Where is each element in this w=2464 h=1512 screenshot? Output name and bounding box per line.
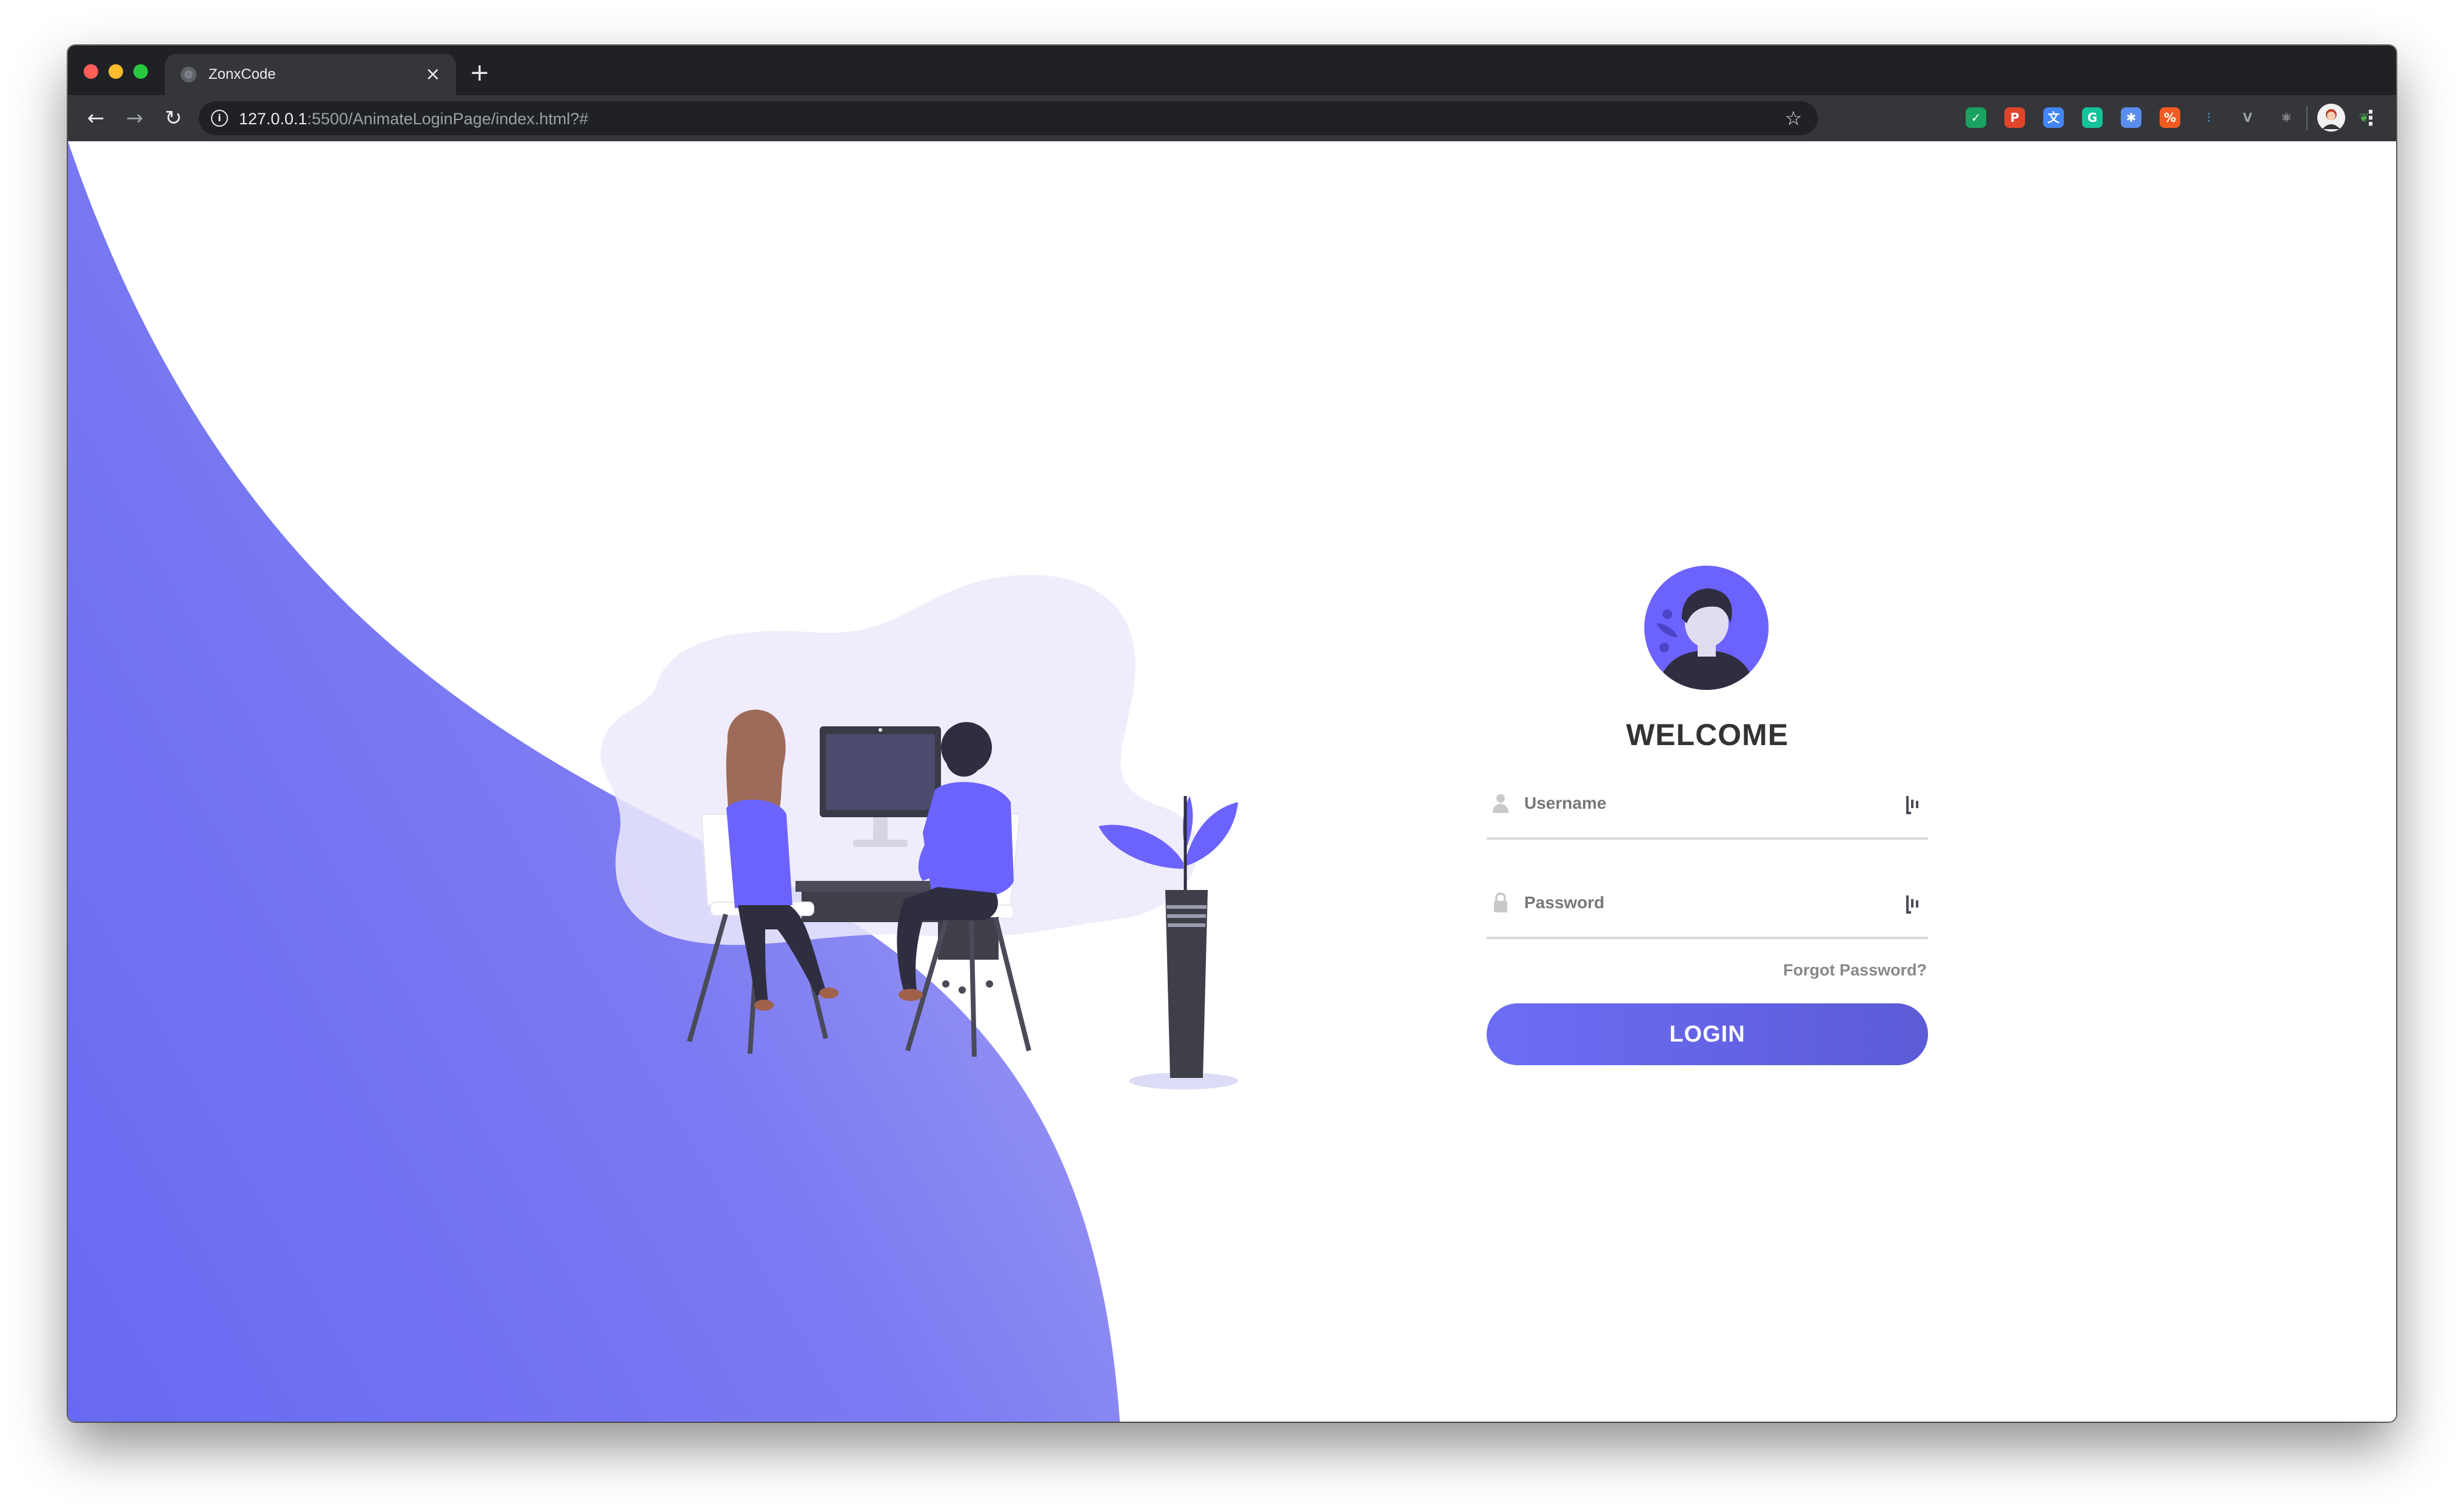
lock-icon (1494, 892, 1507, 912)
password-field[interactable] (1487, 877, 1928, 939)
woman-shoe-left (754, 1000, 774, 1011)
tab-title: ZonxCode (209, 66, 276, 82)
title-bar: ◍ ZonxCode × + (68, 45, 2396, 95)
vue-icon[interactable]: V (2237, 107, 2258, 128)
password-manager-icon[interactable] (1905, 893, 1921, 914)
man-head (946, 740, 982, 777)
new-tab-button[interactable]: + (466, 59, 494, 87)
toolbar-divider (2306, 106, 2308, 130)
bookmark-star-icon[interactable]: ☆ (1781, 106, 1806, 130)
translate-icon[interactable]: 文 (2043, 107, 2064, 128)
welcome-heading: WELCOME (1625, 718, 1789, 752)
password-input[interactable] (1524, 886, 1876, 920)
percent-icon[interactable]: % (2160, 107, 2180, 128)
recycle-icon[interactable]: ♺ (2392, 107, 2396, 128)
password-manager-icon[interactable] (1905, 794, 1921, 814)
monitor-stand (873, 817, 888, 841)
back-button[interactable]: ← (81, 104, 110, 133)
forward-button[interactable]: → (120, 104, 149, 133)
reload-button[interactable]: ↻ (159, 104, 188, 133)
monitor-camera (879, 728, 882, 732)
monitor-screen (826, 734, 935, 810)
react-icon[interactable]: ⚛ (2276, 107, 2297, 128)
asterisk-icon[interactable]: ✱ (2121, 107, 2141, 128)
browser-window: ◍ ZonxCode × + ← → ↻ i 127.0.0.1:5500/An… (68, 45, 2396, 1422)
pinterest-icon[interactable]: P (2004, 107, 2025, 128)
man-shoe (899, 989, 923, 1001)
ublock-icon[interactable]: ✓ (1966, 107, 1986, 128)
grammarly-icon[interactable]: G (2082, 107, 2103, 128)
monitor-base (853, 840, 908, 847)
user-icon (1493, 794, 1508, 813)
url-text[interactable]: 127.0.0.1:5500/AnimateLoginPage/index.ht… (239, 110, 588, 128)
maximize-window-button[interactable] (133, 64, 148, 79)
username-input[interactable] (1524, 786, 1876, 820)
url-host: 127.0.0.1 (239, 110, 307, 128)
woman-shoe-right (819, 988, 839, 999)
site-info-icon[interactable]: i (211, 110, 228, 127)
globe-icon: ◍ (181, 67, 196, 82)
close-window-button[interactable] (84, 64, 98, 79)
close-tab-icon[interactable]: × (421, 62, 445, 87)
woman-body (726, 800, 792, 908)
login-form: WELCOME Username Forgot Password? LOGIN (1487, 566, 1928, 1065)
browser-toolbar: ← → ↻ i 127.0.0.1:5500/AnimateLoginPage/… (68, 95, 2396, 141)
menu-icon[interactable]: ⋮ (2359, 104, 2383, 133)
login-button[interactable]: LOGIN (1487, 1003, 1928, 1065)
forgot-password-link[interactable]: Forgot Password? (1783, 961, 1927, 980)
browser-tab[interactable]: ◍ ZonxCode × (165, 54, 456, 95)
minimize-window-button[interactable] (109, 64, 123, 79)
bars-icon[interactable]: ⫶ (2198, 107, 2219, 128)
plant-pot (1165, 890, 1208, 1078)
profile-avatar[interactable] (2317, 104, 2345, 132)
user-avatar-icon (1644, 566, 1769, 690)
office-illustration (600, 575, 1238, 1089)
username-field[interactable] (1487, 778, 1928, 840)
url-path: :5500/AnimateLoginPage/index.html?# (307, 110, 589, 128)
address-bar[interactable]: i 127.0.0.1:5500/AnimateLoginPage/index.… (199, 101, 1818, 135)
page-content: WELCOME Username Forgot Password? LOGIN (68, 141, 2396, 1422)
